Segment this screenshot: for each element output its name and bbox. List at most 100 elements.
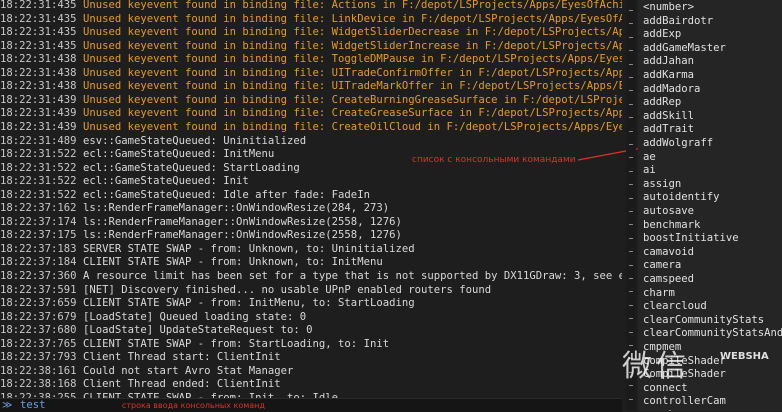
log-line: 18:22:37:183 SERVER STATE SWAP - from: U… [0, 243, 415, 257]
command-list-item[interactable]: camera [643, 259, 681, 273]
log-message: ecl::GameStateQueued: StartLoading [82, 161, 300, 174]
log-message: SERVER STATE SWAP - from: Unknown, to: U… [82, 242, 415, 255]
scrollbar-tick [629, 184, 633, 186]
scrollbar-tick [629, 36, 633, 38]
log-line: 18:22:37:184 CLIENT STATE SWAP - from: U… [0, 256, 383, 270]
watermark-brand: WEBSHA [720, 351, 769, 362]
command-list-item[interactable]: autoidentify [643, 191, 720, 205]
scrollbar-tick [629, 318, 633, 320]
log-message: CLIENT STATE SWAP - from: InitMenu, to: … [82, 297, 415, 310]
log-message: Unused keyevent found in binding file: U… [82, 66, 622, 79]
log-line: 18:22:37:679 [LoadState] Queued loading … [0, 311, 306, 325]
log-timestamp: 18:22:37:765 [0, 337, 77, 350]
log-timestamp: 18:22:31:435 [0, 39, 77, 52]
command-list-item[interactable]: addRep [643, 96, 681, 110]
scrollbar-tick [629, 157, 633, 159]
command-list-item[interactable]: assign [643, 178, 681, 192]
log-timestamp: 18:22:31:522 [0, 161, 77, 174]
command-list-item[interactable]: addGameMaster [643, 42, 726, 56]
log-timestamp: 18:22:31:438 [0, 80, 77, 93]
log-timestamp: 18:22:31:439 [0, 120, 77, 133]
log-line: 18:22:37:793 Client Thread start: Client… [0, 351, 281, 365]
log-timestamp: 18:22:31:438 [0, 53, 77, 66]
log-timestamp: 18:22:37:162 [0, 202, 77, 215]
command-list-item[interactable]: addJahan [643, 55, 694, 69]
log-timestamp: 18:22:37:680 [0, 324, 77, 337]
scrollbar-tick [629, 170, 633, 172]
scrollbar-tick [629, 224, 633, 226]
log-timestamp: 18:22:38:168 [0, 378, 77, 391]
scrollbar-tick [629, 304, 633, 306]
scrollbar-tick [629, 63, 633, 65]
scrollbar-tick [629, 237, 633, 239]
scrollbar-tick [629, 10, 633, 11]
command-list-item[interactable]: clearCommunityStatsAnd [643, 327, 782, 341]
log-line: 18:22:31:435 Unused keyevent found in bi… [0, 13, 622, 27]
log-line: 18:22:31:435 Unused keyevent found in bi… [0, 0, 622, 13]
scrollbar-tick [629, 197, 633, 199]
log-line: 18:22:31:438 Unused keyevent found in bi… [0, 53, 622, 67]
input-annotation-label: строка ввода консольных команд [122, 401, 265, 410]
log-message: Client Thread ended: ClientInit [82, 378, 281, 391]
log-line: 18:22:37:765 CLIENT STATE SWAP - from: S… [0, 338, 389, 352]
command-list-item[interactable]: ai [643, 164, 656, 178]
scrollbar-tick [629, 331, 633, 333]
log-line: 18:22:31:439 Unused keyevent found in bi… [0, 94, 622, 108]
command-list-item[interactable]: <number> [643, 1, 694, 15]
scrollbar-tick [629, 50, 633, 52]
command-list-item[interactable]: addWolgraff [643, 137, 713, 151]
command-list-item[interactable]: camavoid [643, 246, 694, 260]
log-line: 18:22:31:435 Unused keyevent found in bi… [0, 26, 622, 40]
scrollbar-tick [629, 291, 633, 293]
scrollbar-tick [629, 90, 633, 92]
log-timestamp: 18:22:37:679 [0, 310, 77, 323]
command-input-row: ≫ строка ввода консольных команд [0, 398, 622, 412]
command-list-item[interactable]: clearCommunityStats [643, 314, 764, 328]
command-list-item[interactable]: charm [643, 287, 675, 301]
scrollbar-tick [629, 117, 633, 119]
log-message: A resource limit has been set for a type… [82, 270, 622, 282]
log-line: 18:22:31:522 ecl::GameStateQueued: Start… [0, 162, 300, 176]
command-list-item[interactable]: autosave [643, 205, 694, 219]
scrollbar-tick [629, 130, 633, 132]
log-timestamp: 18:22:38:161 [0, 364, 77, 377]
command-list-item[interactable]: addKarma [643, 69, 694, 83]
command-list-item[interactable]: addMadora [643, 83, 700, 97]
command-list-item[interactable]: addExp [643, 28, 681, 42]
log-message: ls::RenderFrameManager::OnWindowResize(2… [82, 215, 402, 228]
log-timestamp: 18:22:37:360 [0, 270, 77, 282]
command-list-item[interactable]: clearcloud [643, 300, 707, 314]
log-line: 18:22:31:439 Unused keyevent found in bi… [0, 121, 622, 135]
log-timestamp: 18:22:31:522 [0, 175, 77, 188]
scrollbar-tick [629, 264, 633, 266]
command-list-item[interactable]: ae [643, 151, 656, 165]
log-message: Unused keyevent found in binding file: C… [82, 93, 622, 106]
log-line: 18:22:31:435 Unused keyevent found in bi… [0, 40, 622, 54]
command-list-item[interactable]: addSkill [643, 110, 694, 124]
scrollbar-tick [629, 23, 633, 25]
command-list-item[interactable]: addBairdotr [643, 15, 713, 29]
log-timestamp: 18:22:37:659 [0, 297, 77, 310]
scrollbar-tick [629, 251, 633, 253]
log-timestamp: 18:22:37:184 [0, 256, 77, 269]
log-message: Unused keyevent found in binding file: W… [82, 39, 622, 52]
log-timestamp: 18:22:31:489 [0, 134, 77, 147]
watermark-text: 微信 [622, 349, 690, 384]
command-list-item[interactable]: boostInitiative [643, 232, 739, 246]
log-message: Could not start Avro Stat Manager [82, 364, 294, 377]
log-timestamp: 18:22:31:522 [0, 188, 77, 201]
scrollbar-tick [629, 398, 633, 400]
log-message: CLIENT STATE SWAP - from: StartLoading, … [82, 337, 390, 350]
log-timestamp: 18:22:37:183 [0, 242, 77, 255]
log-line: 18:22:37:360 A resource limit has been s… [0, 270, 622, 284]
command-list-item[interactable]: controllerCam [643, 395, 726, 409]
command-list-item[interactable]: benchmark [643, 219, 700, 233]
command-input[interactable] [20, 399, 110, 412]
log-message: Unused keyevent found in binding file: T… [82, 53, 622, 66]
command-list-item[interactable]: addTrait [643, 123, 694, 137]
log-message: esv::GameStateQueued: Uninitialized [82, 134, 307, 147]
command-list-item[interactable]: camspeed [643, 273, 694, 287]
log-message: Unused keyevent found in binding file: C… [82, 120, 622, 133]
log-line: 18:22:37:175 ls::RenderFrameManager::OnW… [0, 229, 402, 243]
log-line: 18:22:38:168 Client Thread ended: Client… [0, 378, 281, 392]
